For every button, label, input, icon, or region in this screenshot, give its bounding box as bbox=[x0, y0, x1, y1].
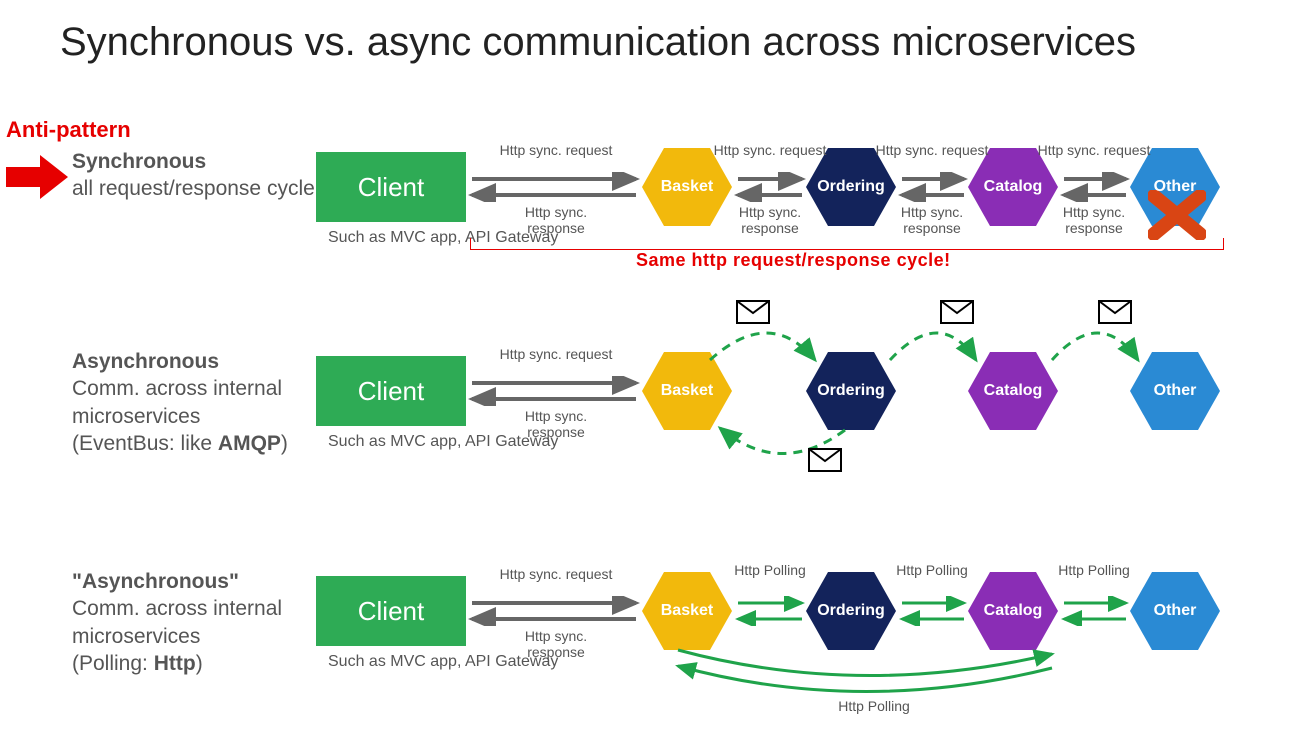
poll-arrows-client-basket bbox=[468, 596, 640, 626]
lbl-poll-3: Http Polling bbox=[1034, 562, 1154, 578]
lbl-req-a: Http sync. request bbox=[496, 346, 616, 362]
client-box-sync: Client bbox=[316, 152, 466, 222]
lbl-resp-3: Http sync. response bbox=[872, 204, 992, 236]
lbl-req-3: Http sync. request bbox=[872, 142, 992, 158]
client-box-poll: Client bbox=[316, 576, 466, 646]
async-arrows-client-basket bbox=[468, 376, 640, 406]
lbl-resp-p: Http sync. response bbox=[496, 628, 616, 660]
envelope-icon-2 bbox=[940, 300, 974, 324]
hex-catalog-3: Catalog bbox=[968, 572, 1058, 650]
envelope-icon-3 bbox=[1098, 300, 1132, 324]
poll-green-catalog-other bbox=[1060, 596, 1130, 626]
lbl-req-1: Http sync. request bbox=[496, 142, 616, 158]
lbl-resp-2: Http sync. response bbox=[710, 204, 830, 236]
red-bracket bbox=[470, 238, 1224, 250]
sync-arrows-ordering-catalog bbox=[898, 172, 968, 202]
big-x-icon bbox=[1148, 190, 1206, 240]
lbl-resp-4: Http sync. response bbox=[1034, 204, 1154, 236]
hex-ordering-3: Ordering bbox=[806, 572, 896, 650]
poll-green-basket-ordering bbox=[734, 596, 806, 626]
hex-other-3: Other bbox=[1130, 572, 1220, 650]
lbl-resp-a: Http sync. response bbox=[496, 408, 616, 440]
lbl-resp-1: Http sync. response bbox=[496, 204, 616, 236]
sync-arrows-catalog-other bbox=[1060, 172, 1130, 202]
lbl-poll-4: Http Polling bbox=[814, 698, 934, 714]
anti-pattern-label: Anti-pattern bbox=[6, 117, 131, 143]
sync-arrows-client-basket bbox=[468, 172, 640, 202]
eventbus-curves bbox=[640, 300, 1240, 480]
page-title: Synchronous vs. async communication acro… bbox=[60, 20, 1136, 65]
lbl-poll-1: Http Polling bbox=[710, 562, 830, 578]
lbl-req-4: Http sync. request bbox=[1034, 142, 1154, 158]
hex-basket-3: Basket bbox=[642, 572, 732, 650]
section-poll-label: "Asynchronous" Comm. across internal mic… bbox=[72, 568, 317, 677]
lbl-req-2: Http sync. request bbox=[710, 142, 830, 158]
poll-green-ordering-catalog bbox=[898, 596, 968, 626]
envelope-icon-4 bbox=[808, 448, 842, 472]
lbl-req-p: Http sync. request bbox=[496, 566, 616, 582]
sync-arrows-basket-ordering bbox=[734, 172, 806, 202]
red-arrow-icon bbox=[6, 155, 68, 199]
client-box-async: Client bbox=[316, 356, 466, 426]
same-cycle-label: Same http request/response cycle! bbox=[636, 250, 951, 271]
section-sync-label: Synchronous all request/response cycle bbox=[72, 148, 317, 203]
section-async-label: Asynchronous Comm. across internal micro… bbox=[72, 348, 317, 457]
lbl-poll-2: Http Polling bbox=[872, 562, 992, 578]
envelope-icon-1 bbox=[736, 300, 770, 324]
